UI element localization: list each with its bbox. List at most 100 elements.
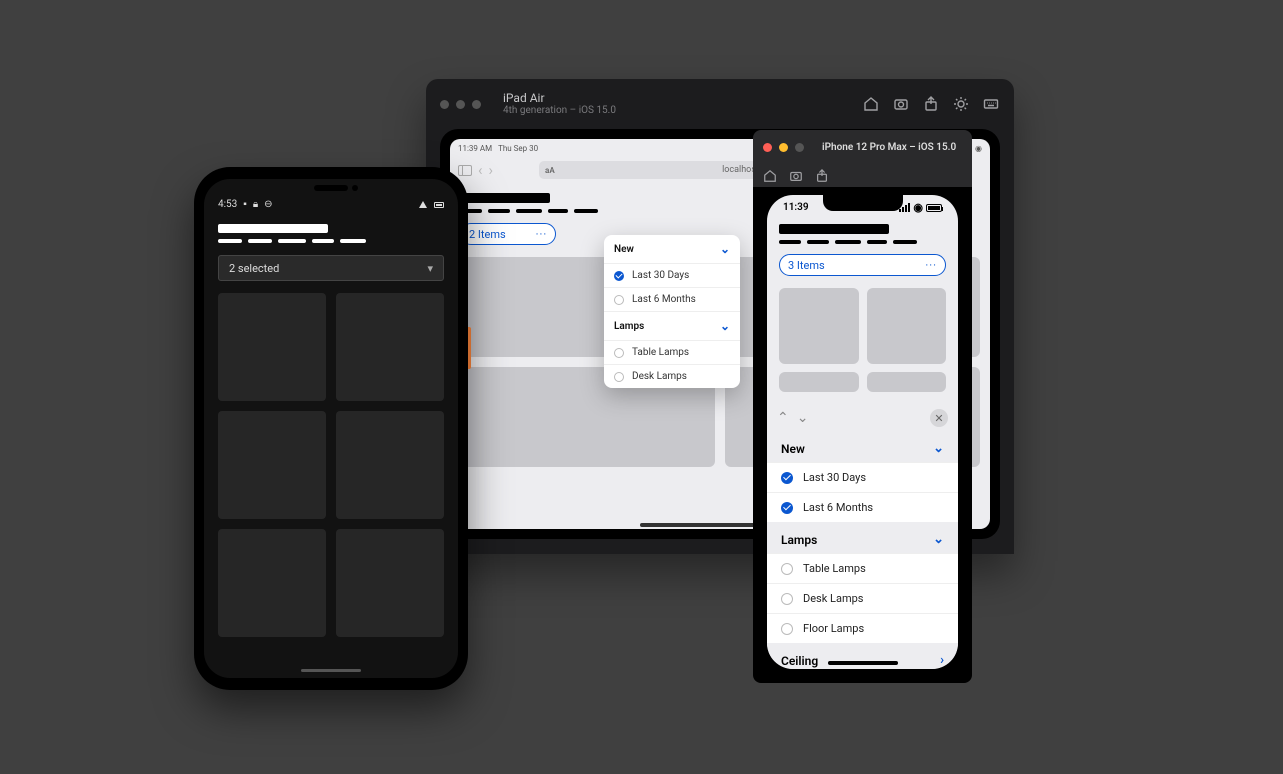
filter-section-header[interactable]: Lamps ⌄ bbox=[767, 522, 958, 553]
battery-icon bbox=[434, 202, 444, 208]
iphone-title: iPhone 12 Pro Max – iOS 15.0 bbox=[822, 142, 962, 153]
product-tile[interactable] bbox=[867, 288, 947, 364]
android-device: 4:53 ▪ 🔒︎ ⊖ 2 selected bbox=[194, 167, 468, 690]
camera-icon[interactable] bbox=[892, 95, 910, 113]
window-traffic-lights[interactable] bbox=[763, 143, 804, 152]
radio-icon bbox=[781, 563, 793, 575]
window-traffic-lights[interactable] bbox=[440, 100, 481, 109]
filter-option-label: Last 6 Months bbox=[803, 501, 873, 514]
chevron-down-icon: ⌄ bbox=[933, 532, 944, 547]
filter-option-label: Table Lamps bbox=[632, 347, 689, 358]
filter-option[interactable]: Table Lamps bbox=[767, 553, 958, 583]
product-tile[interactable] bbox=[218, 411, 326, 519]
filter-section-header[interactable]: Lamps ⌄ bbox=[604, 311, 740, 340]
filter-option-label: Desk Lamps bbox=[632, 371, 687, 382]
reader-icon[interactable]: aA bbox=[545, 166, 555, 175]
signal-icon bbox=[419, 201, 427, 208]
filter-section-title: Ceiling bbox=[781, 654, 818, 668]
chevron-down-icon: ⌄ bbox=[933, 441, 944, 456]
chevron-right-icon: › bbox=[940, 653, 944, 668]
filter-select-label: 2 selected bbox=[229, 262, 279, 275]
chevron-up-icon[interactable]: ⌃ bbox=[777, 410, 789, 426]
ipad-titlebar: iPad Air 4th generation – iOS 15.0 bbox=[426, 79, 1014, 129]
back-button[interactable]: ‹ bbox=[478, 161, 483, 179]
radio-checked-icon bbox=[781, 472, 793, 484]
filter-chip-more-icon: ··· bbox=[925, 259, 937, 272]
filter-option-label: Floor Lamps bbox=[803, 622, 864, 635]
camera-icon[interactable] bbox=[789, 169, 803, 183]
home-indicator[interactable] bbox=[301, 669, 361, 672]
product-grid bbox=[218, 293, 444, 637]
product-tile[interactable] bbox=[336, 411, 444, 519]
keyboard-icon[interactable] bbox=[982, 95, 1000, 113]
close-button[interactable]: ✕ bbox=[930, 409, 948, 427]
radio-icon bbox=[614, 372, 624, 382]
filter-option[interactable]: Last 30 Days bbox=[604, 263, 740, 287]
product-tile[interactable] bbox=[779, 372, 859, 392]
filter-select[interactable]: 2 selected bbox=[218, 255, 444, 281]
share-icon[interactable] bbox=[922, 95, 940, 113]
filter-option-label: Last 30 Days bbox=[632, 270, 689, 281]
home-indicator[interactable] bbox=[828, 661, 898, 665]
product-tile[interactable] bbox=[218, 293, 326, 401]
product-grid bbox=[779, 288, 946, 392]
filter-option[interactable]: Table Lamps bbox=[604, 340, 740, 364]
product-tile[interactable] bbox=[336, 293, 444, 401]
radio-icon bbox=[614, 295, 624, 305]
radio-checked-icon bbox=[614, 271, 624, 281]
radio-icon bbox=[614, 348, 624, 358]
status-date: Thu Sep 30 bbox=[498, 144, 538, 153]
radio-icon bbox=[781, 593, 793, 605]
filter-option-label: Table Lamps bbox=[803, 562, 866, 575]
product-tile[interactable] bbox=[779, 288, 859, 364]
filter-chip-more-icon: ··· bbox=[536, 228, 548, 241]
filter-section-title: Lamps bbox=[614, 321, 644, 332]
status-time: 11:39 AM bbox=[458, 144, 492, 153]
android-screen: 4:53 ▪ 🔒︎ ⊖ 2 selected bbox=[204, 179, 458, 678]
filter-chip[interactable]: 2 Items ··· bbox=[460, 223, 556, 245]
filter-chip-label: 3 Items bbox=[788, 259, 825, 272]
filter-option[interactable]: Floor Lamps bbox=[767, 613, 958, 643]
filter-chip-label: 2 Items bbox=[469, 228, 506, 241]
filter-chip[interactable]: 3 Items ··· bbox=[779, 254, 946, 276]
filter-option[interactable]: Desk Lamps bbox=[767, 583, 958, 613]
filter-section-header[interactable]: New ⌄ bbox=[767, 431, 958, 462]
filter-popover: New ⌄ Last 30 Days Last 6 Months Lam bbox=[604, 235, 740, 388]
filter-option[interactable]: Last 6 Months bbox=[604, 287, 740, 311]
product-tile[interactable] bbox=[218, 529, 326, 637]
home-icon[interactable] bbox=[862, 95, 880, 113]
home-icon[interactable] bbox=[763, 169, 777, 183]
iphone-bezel: 11:39 ◉ 3 Items ··· bbox=[753, 187, 972, 683]
forward-button[interactable]: › bbox=[489, 161, 494, 179]
filter-section-title: New bbox=[614, 244, 634, 255]
page-subtitle-skeleton bbox=[779, 240, 946, 244]
product-tile[interactable] bbox=[867, 372, 947, 392]
page-title-skeleton bbox=[218, 224, 328, 233]
wifi-icon: ◉ bbox=[975, 144, 982, 153]
filter-section-title: Lamps bbox=[781, 533, 817, 547]
ipad-subtitle: 4th generation – iOS 15.0 bbox=[503, 105, 616, 117]
share-icon[interactable] bbox=[815, 169, 829, 183]
filter-section-header[interactable]: Ceiling › bbox=[767, 643, 958, 669]
wifi-icon: ◉ bbox=[913, 201, 923, 214]
filter-option[interactable]: Last 30 Days bbox=[767, 462, 958, 492]
chevron-down-icon: ⌄ bbox=[720, 319, 730, 333]
filter-option[interactable]: Desk Lamps bbox=[604, 364, 740, 388]
filter-option-label: Last 6 Months bbox=[632, 294, 696, 305]
iphone-titlebar: iPhone 12 Pro Max – iOS 15.0 bbox=[753, 130, 972, 165]
radio-icon bbox=[781, 623, 793, 635]
status-time: 4:53 bbox=[218, 199, 237, 210]
filter-option[interactable]: Last 6 Months bbox=[767, 492, 958, 522]
speaker-notch bbox=[314, 185, 348, 191]
brightness-icon[interactable] bbox=[952, 95, 970, 113]
sidebar-toggle-icon[interactable] bbox=[458, 165, 472, 176]
page-title-skeleton bbox=[460, 193, 550, 203]
chevron-down-icon[interactable]: ⌄ bbox=[797, 410, 809, 426]
iphone-screen: 11:39 ◉ 3 Items ··· bbox=[767, 195, 958, 669]
filter-section-header[interactable]: New ⌄ bbox=[604, 235, 740, 263]
debug-icon: ⊖ bbox=[264, 199, 272, 210]
status-time: 11:39 bbox=[783, 202, 809, 213]
product-tile[interactable] bbox=[336, 529, 444, 637]
notch bbox=[823, 195, 903, 211]
filter-sheet: ⌃ ⌄ ✕ New ⌄ Last 30 Days bbox=[767, 405, 958, 669]
